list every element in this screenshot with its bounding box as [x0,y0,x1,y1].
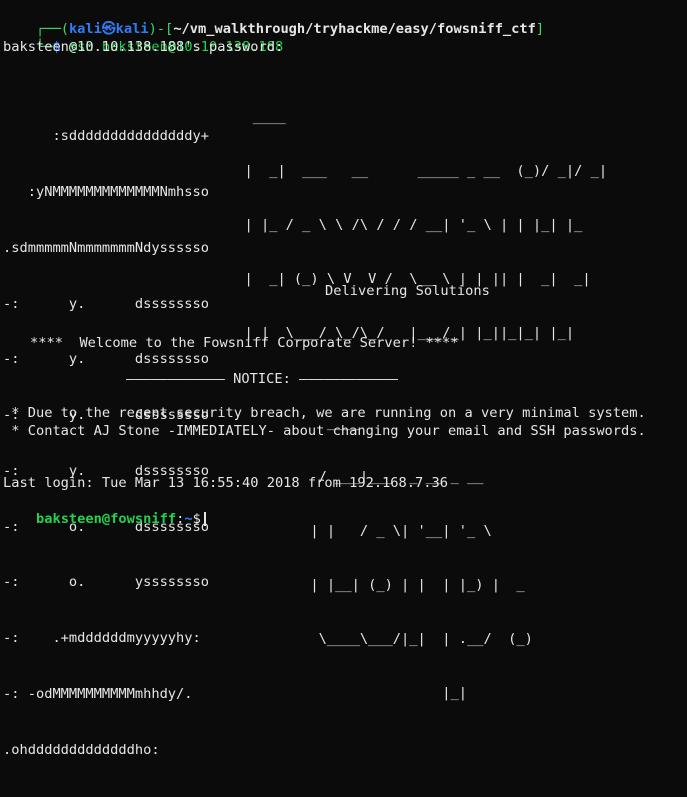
logo-line: -: y. dssssssso [3,351,210,368]
shell-prompt[interactable]: baksteen@fowsniff:~$ [3,492,206,527]
notice-item: * Contact AJ Stone -IMMEDIATELY- about c… [3,423,646,439]
prompt-userhost: baksteen@fowsniff [35,511,177,527]
banner-line: | | / _ \| '__| '_ \ [228,523,492,539]
notice-header: ———————————— NOTICE: ———————————— [126,371,398,387]
logo-line: :yNMMMMMMMMMMMMMNmhsso [3,183,210,200]
prompt-sep: : [176,511,185,527]
logo-line: -: -odMMMMMMMMMMmhhdy/. [3,686,193,702]
terminal-window[interactable]: ┌──(kali㉿kali)-[~/vm_walkthrough/tryhack… [0,0,687,758]
command-line: └─$ ssh baksteen@10.10.138.188 [3,20,283,55]
notice-item: * Due to the recent security breach, we … [3,405,646,421]
logo-line: -: o. yssssssso [3,574,210,591]
prompt-cwd: ~ [184,511,193,527]
prompt-bracket-close: ] [535,21,545,37]
logo-line: -: .+mddddddmyyyyyhy: [3,630,201,647]
logo-line: .ohdddddddddddddho: [3,741,160,758]
ascii-logo-left: :sdddddddddddddddy+ :yNMMMMMMMMMMMMMNmhs… [3,90,209,797]
prompt-header: ┌──(kali㉿kali)-[~/vm_walkthrough/tryhack… [3,2,544,37]
banner-line: |_| [228,685,467,701]
logo-line: .sdmmmmmNmmmmmmmNdyssssso [3,239,210,256]
banner-tagline: Delivering Solutions [325,283,490,299]
logo-line: -: y. dssssssso [3,295,210,312]
logo-line: :sdddddddddddddddy+ [3,128,210,145]
banner-line: ____ [228,109,286,125]
prompt-symbol: $ [192,511,201,527]
last-login: Last login: Tue Mar 13 16:55:40 2018 fro… [3,475,448,491]
banner-line: | |__| (_) | | | |_) | _ [228,577,525,593]
password-prompt: baksteen@10.10.138.188's password: [3,39,284,55]
text-cursor[interactable] [203,512,206,526]
banner-line: | _| ___ __ _____ _ __ (_)/ _|/ _| [228,163,608,179]
banner-line: \____\___/|_| | .__/ (_) [228,631,533,647]
welcome-message: **** Welcome to the Fowsniff Corporate S… [30,335,459,351]
banner-line: | |_ / _ \ \ /\ / / / __| '_ \ | | |_| |… [228,217,583,233]
